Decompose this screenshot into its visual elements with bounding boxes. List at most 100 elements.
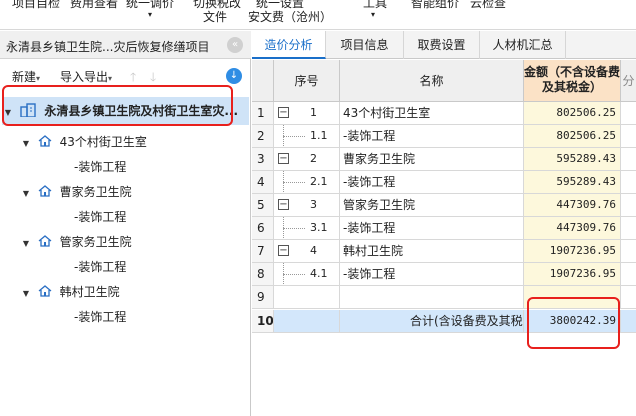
tree-node-root[interactable]: ▼ 永清县乡镇卫生院及村街卫生室灾... [2,97,249,125]
tree-node-group[interactable]: ▼ 43个村街卫生室 [20,130,147,154]
tab-cost-analysis[interactable]: 造价分析 [252,31,326,59]
tree-node-child[interactable]: -装饰工程 [74,205,126,229]
ribbon-project-check[interactable]: 项目自检 [12,0,60,10]
seq-text: 3.1 [310,221,328,234]
collapse-box-icon[interactable]: − [278,153,289,164]
tree-node-child[interactable]: -装饰工程 [74,255,126,279]
tree-node-label: 管家务卫生院 [59,235,132,249]
expand-toggle-icon[interactable]: ▼ [20,282,32,306]
name-cell[interactable]: -装饰工程 [340,263,524,285]
chevron-down-icon[interactable]: ▾ [371,8,375,22]
header-amount[interactable]: 金额（不含设备费及其税金） [524,60,621,102]
ribbon-fee-view[interactable]: 费用查看 [70,0,118,10]
table-row[interactable]: 4 2.1 -装饰工程 595289.43 [252,171,636,194]
seq-cell: 1.1 [274,125,340,147]
amount-cell[interactable]: 1907236.95 [524,240,621,262]
collapse-box-icon[interactable]: − [278,199,289,210]
header-seq[interactable]: 序号 [274,60,340,102]
import-export-button[interactable]: 导入导出▾ [60,68,112,85]
project-tree-panel: 永清县乡镇卫生院...灾后恢复修缮项目 « 新建▾ 导入导出▾ 🡑 🡓 ↓ ▼ … [0,31,251,416]
table-row-total[interactable]: 10 合计(含设备费及其税金) 3800242.39 [252,310,636,333]
total-row-number: 10 [252,310,274,332]
table-row[interactable]: 8 4.1 -装饰工程 1907236.95 [252,263,636,286]
expand-toggle-icon[interactable]: ▼ [2,99,14,127]
ribbon-cloud-check[interactable]: 云检查 [470,0,506,10]
building-icon [20,103,36,117]
seq-cell: −3 [274,194,340,216]
expand-toggle-icon[interactable]: ▼ [20,132,32,156]
ribbon-safety-fee[interactable]: 安文费（沧州） [248,10,332,24]
ribbon-switch-tax[interactable]: 切换税改 [193,0,241,10]
name-cell[interactable]: -装饰工程 [340,217,524,239]
extra-cell [621,171,636,193]
extra-cell [621,286,636,308]
name-cell[interactable]: -装饰工程 [340,125,524,147]
name-cell[interactable]: 韩村卫生院 [340,240,524,262]
name-cell[interactable]: -装饰工程 [340,171,524,193]
tab-labor-material-summary[interactable]: 人材机汇总 [480,31,566,59]
header-extra[interactable]: 分 [621,60,636,102]
table-row[interactable]: 6 3.1 -装饰工程 447309.76 [252,217,636,240]
total-amount-cell: 3800242.39 [524,310,621,332]
seq-cell [274,286,340,308]
amount-cell[interactable]: 447309.76 [524,194,621,216]
panel-title-bar: 永清县乡镇卫生院...灾后恢复修缮项目 « [0,31,251,59]
tree-node-root-label: 永清县乡镇卫生院及村街卫生室灾... [44,104,239,118]
table-row[interactable]: 2 1.1 -装饰工程 802506.25 [252,125,636,148]
tab-project-info[interactable]: 项目信息 [326,31,404,59]
ribbon-switch-tax-file[interactable]: 文件 [203,10,227,24]
tree-node-group[interactable]: ▼ 曹家务卫生院 [20,180,132,204]
tree-node-child[interactable]: -装饰工程 [74,155,126,179]
table-row[interactable]: 3−2 曹家务卫生院 595289.43 [252,148,636,171]
tree-node-group[interactable]: ▼ 管家务卫生院 [20,230,132,254]
ribbon-toolbar: 项目自检 费用查看 统一调价 ▾ 切换税改 文件 统一设置 安文费（沧州） 工具… [0,0,636,30]
collapse-box-icon[interactable]: − [278,107,289,118]
amount-cell[interactable]: 595289.43 [524,148,621,170]
house-icon [38,185,52,197]
new-button-label: 新建 [12,70,37,84]
tree-node-label: -装饰工程 [74,160,127,174]
collapse-icon[interactable]: « [227,37,243,53]
tab-fee-settings[interactable]: 取费设置 [404,31,480,59]
expand-toggle-icon[interactable]: ▼ [20,182,32,206]
cost-table: 序号 名称 金额（不含设备费及其税金） 分 1−1 43个村街卫生室 802506.… [252,60,636,416]
house-icon [38,135,52,147]
house-icon [38,285,52,297]
seq-text: 2.1 [310,175,328,188]
total-seq-cell [274,310,340,332]
ribbon-smart-pricing[interactable]: 智能组价 [411,0,459,10]
amount-cell[interactable]: 802506.25 [524,125,621,147]
collapse-box-icon[interactable]: − [278,245,289,256]
move-down-icon[interactable]: 🡓 [150,68,156,89]
expand-toggle-icon[interactable]: ▼ [20,232,32,256]
seq-text: 1.1 [310,129,328,142]
header-name[interactable]: 名称 [340,60,524,102]
table-row[interactable]: 1−1 43个村街卫生室 802506.25 [252,102,636,125]
seq-cell: 2.1 [274,171,340,193]
table-row[interactable]: 5−3 管家务卫生院 447309.76 [252,194,636,217]
name-cell[interactable]: 管家务卫生院 [340,194,524,216]
import-export-label: 导入导出 [60,70,109,84]
row-number: 2 [252,125,274,147]
new-button[interactable]: 新建▾ [12,68,40,85]
amount-cell[interactable] [524,286,621,308]
amount-cell[interactable]: 1907236.95 [524,263,621,285]
table-row[interactable]: 9 [252,286,636,309]
amount-cell[interactable]: 447309.76 [524,217,621,239]
table-row[interactable]: 7−4 韩村卫生院 1907236.95 [252,240,636,263]
move-up-icon[interactable]: 🡑 [130,68,136,89]
amount-cell[interactable]: 595289.43 [524,171,621,193]
amount-cell[interactable]: 802506.25 [524,102,621,124]
chevron-down-icon[interactable]: ▾ [148,8,152,22]
seq-text: 1 [310,106,317,119]
tree-node-child[interactable]: -装饰工程 [74,305,126,329]
tree-node-group[interactable]: ▼ 韩村卫生院 [20,280,120,304]
extra-cell [621,148,636,170]
chevron-down-icon: ▾ [36,74,41,83]
name-cell[interactable] [340,286,524,308]
name-cell[interactable]: 43个村街卫生室 [340,102,524,124]
extra-cell [621,217,636,239]
name-cell[interactable]: 曹家务卫生院 [340,148,524,170]
download-icon[interactable]: ↓ [226,68,242,84]
ribbon-unified-settings[interactable]: 统一设置 [256,0,304,10]
